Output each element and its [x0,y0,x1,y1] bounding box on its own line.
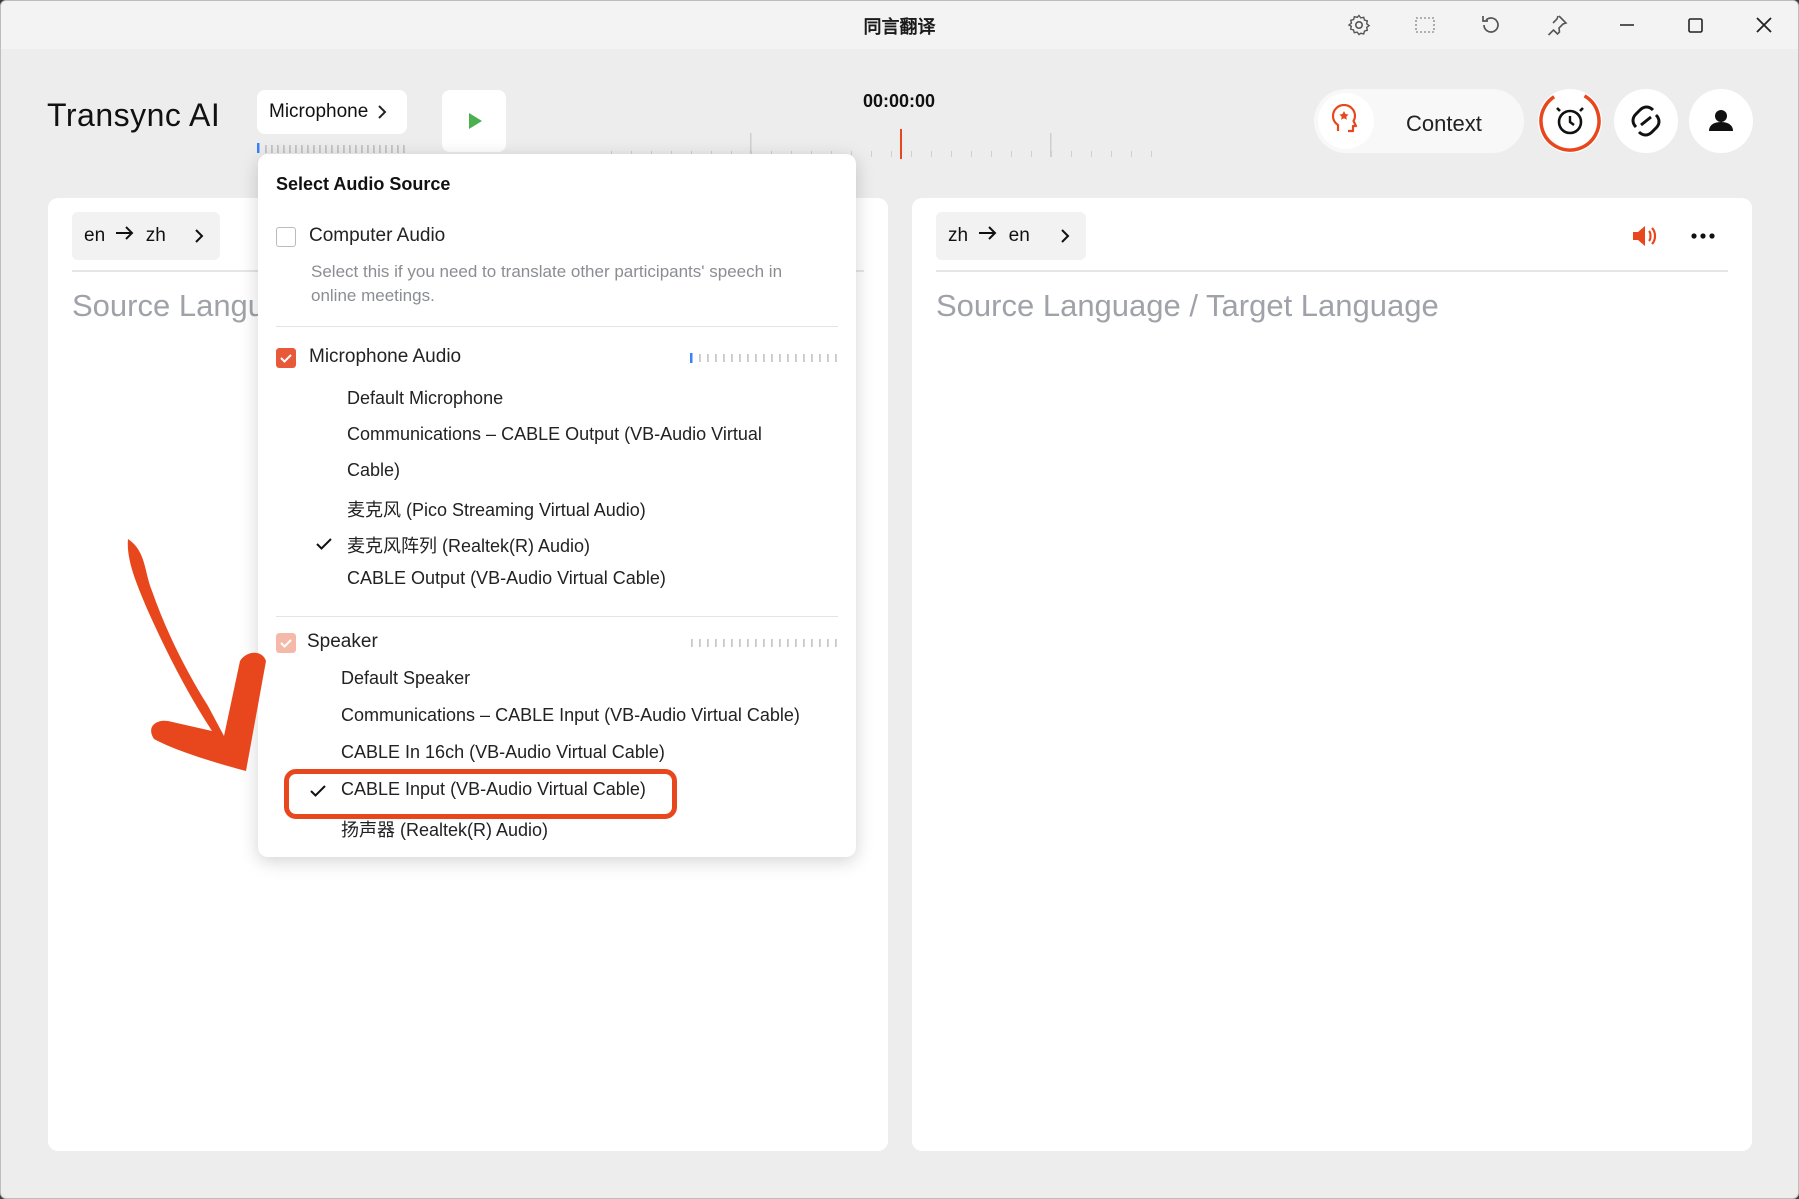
chevron-right-icon [1061,229,1070,243]
minimize-icon[interactable] [1613,11,1641,39]
user-icon [1709,110,1733,131]
speaker-device-item[interactable]: Default Speaker [341,668,470,689]
popup-separator [276,326,838,327]
play-button[interactable] [442,90,506,152]
audio-source-button[interactable]: Microphone [257,90,407,134]
screenshot-region-icon[interactable] [1413,13,1437,37]
close-icon[interactable] [1750,11,1778,39]
right-placeholder-text: Source Language / Target Language [936,288,1439,323]
audio-source-popup: Select Audio Source Computer Audio Selec… [258,154,856,857]
context-label: Context [1406,111,1482,136]
panel-divider [936,270,1728,272]
app-window: 同言翻译 Transync AI Microphone 00:00:00 Con… [0,0,1799,1199]
maximize-icon[interactable] [1681,11,1709,39]
annotation-arrow-icon [127,539,266,771]
mic-device-item[interactable]: Default Microphone [347,388,503,409]
window-title: 同言翻译 [863,17,936,37]
alarm-clock-icon [1539,90,1601,152]
right-translation-panel: zh en Source Language / Target Language [912,198,1752,1151]
lang-to: zh [145,225,166,246]
pin-icon[interactable] [1545,13,1569,37]
mic-device-item[interactable]: Communications – CABLE Output (VB-Audio … [347,424,762,445]
recording-timer: 00:00:00 [863,91,936,111]
input-level-meter [257,143,405,153]
timer-button[interactable] [1538,89,1602,153]
microphone-level-meter [690,353,837,363]
mic-device-item[interactable]: 麦克风 (Pico Streaming Virtual Audio) [347,496,646,522]
computer-audio-label[interactable]: Computer Audio [309,225,445,247]
microphone-audio-label[interactable]: Microphone Audio [309,346,461,368]
refresh-icon[interactable] [1479,13,1503,37]
mic-device-item[interactable]: CABLE Output (VB-Audio Virtual Cable) [347,568,666,589]
arrow-right-icon [979,226,997,240]
speaker-volume-icon[interactable] [1629,221,1659,251]
speaker-level-meter [691,639,837,647]
chevron-right-icon [378,105,387,119]
link-translate-icon [1631,105,1661,137]
lang-from: en [84,225,106,246]
title-bar: 同言翻译 [1,1,1798,49]
speaker-device-item[interactable]: Communications – CABLE Input (VB-Audio V… [341,705,800,726]
user-account-button[interactable] [1689,89,1753,153]
left-language-selector[interactable]: en zh [72,212,220,260]
left-placeholder-text: Source Langu [72,288,266,323]
speaker-device-item[interactable]: CABLE In 16ch (VB-Audio Virtual Cable) [341,742,665,763]
more-options-icon[interactable] [1688,221,1718,251]
microphone-audio-checkbox[interactable] [276,348,296,368]
mic-device-item-selected[interactable]: 麦克风阵列 (Realtek(R) Audio) [347,532,590,558]
popup-separator [276,616,838,617]
computer-audio-checkbox[interactable] [276,227,296,247]
settings-icon[interactable] [1347,13,1371,37]
highlight-annotation [284,769,677,819]
chevron-right-icon [195,229,204,243]
brain-bulb-icon [1331,103,1358,133]
lang-to: en [1008,225,1030,246]
arrow-right-icon [116,226,134,240]
right-language-selector[interactable]: zh en [936,212,1086,260]
context-icon-wrap [1318,93,1374,149]
computer-audio-hint: Select this if you need to translate oth… [311,262,783,305]
context-button[interactable]: Context [1314,89,1524,153]
play-icon [469,113,482,129]
audio-source-label: Microphone [269,101,369,122]
mic-device-item-continued[interactable]: Cable) [347,460,400,481]
app-brand: Transync AI [47,97,221,133]
popup-title: Select Audio Source [276,174,451,194]
speaker-device-item[interactable]: 扬声器 (Realtek(R) Audio) [341,816,548,842]
lang-from: zh [948,225,969,246]
speaker-label[interactable]: Speaker [307,631,378,653]
selected-check-icon [316,538,332,550]
translate-link-button[interactable] [1614,89,1678,153]
